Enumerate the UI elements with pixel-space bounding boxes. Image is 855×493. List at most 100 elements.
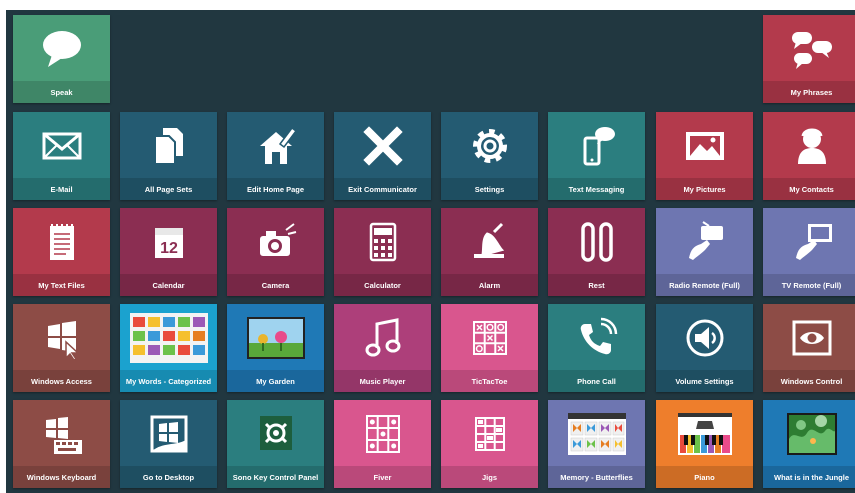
jigs-grid-icon	[441, 404, 538, 464]
calendar-day: 12	[160, 240, 178, 257]
windows-keyboard-tile[interactable]: Windows Keyboard	[13, 400, 110, 488]
piano-thumbnail-icon	[656, 404, 753, 464]
phone-call-label: Phone Call	[548, 370, 645, 392]
gear-icon	[441, 116, 538, 176]
email-label: E-Mail	[13, 178, 110, 200]
sono-key-label: Sono Key Control Panel	[227, 466, 324, 488]
documents-icon	[120, 116, 217, 176]
speak-label: Speak	[13, 81, 110, 103]
calculator-tile[interactable]: Calculator	[334, 208, 431, 296]
radio-remote-label: Radio Remote (Full)	[656, 274, 753, 296]
jungle-label: What is in the Jungle	[763, 466, 855, 488]
windows-control-label: Windows Control	[763, 370, 855, 392]
text-messaging-label: Text Messaging	[548, 178, 645, 200]
fiver-label: Fiver	[334, 466, 431, 488]
tv-remote-icon	[763, 212, 855, 272]
calculator-label: Calculator	[334, 274, 431, 296]
memory-butterflies-tile[interactable]: Memory - Butterflies	[548, 400, 645, 488]
all-page-sets-tile[interactable]: All Page Sets	[120, 112, 217, 200]
fiver-tile[interactable]: Fiver	[334, 400, 431, 488]
windows-keyboard-label: Windows Keyboard	[13, 466, 110, 488]
edit-home-page-label: Edit Home Page	[227, 178, 324, 200]
calendar-tile[interactable]: 12 Calendar	[120, 208, 217, 296]
jigs-tile[interactable]: Jigs	[441, 400, 538, 488]
jungle-thumbnail-icon	[763, 404, 855, 464]
person-silhouette-icon	[763, 116, 855, 176]
camera-icon	[227, 212, 324, 272]
calendar-icon: 12	[120, 212, 217, 272]
alarm-label: Alarm	[441, 274, 538, 296]
email-tile[interactable]: E-Mail	[13, 112, 110, 200]
my-words-tile[interactable]: My Words - Categorized	[120, 304, 217, 392]
phone-ringing-icon	[548, 308, 645, 368]
my-garden-tile[interactable]: My Garden	[227, 304, 324, 392]
my-contacts-label: My Contacts	[763, 178, 855, 200]
word-grid-thumbnail-icon	[120, 308, 217, 368]
windows-access-tile[interactable]: Windows Access	[13, 304, 110, 392]
eye-window-icon	[763, 308, 855, 368]
close-x-icon	[334, 116, 431, 176]
tv-remote-tile[interactable]: TV Remote (Full)	[763, 208, 855, 296]
communicator-home-screen: Speak My Phrases E-Mail All Page Sets Ed…	[6, 10, 855, 493]
speaker-icon	[656, 308, 753, 368]
sono-key-tile[interactable]: Sono Key Control Panel	[227, 400, 324, 488]
my-garden-label: My Garden	[227, 370, 324, 392]
piano-label: Piano	[656, 466, 753, 488]
my-text-files-label: My Text Files	[13, 274, 110, 296]
windows-cursor-icon	[13, 308, 110, 368]
settings-tile[interactable]: Settings	[441, 112, 538, 200]
my-phrases-tile[interactable]: My Phrases	[763, 15, 855, 103]
phone-call-tile[interactable]: Phone Call	[548, 304, 645, 392]
notepad-icon	[13, 212, 110, 272]
music-note-icon	[334, 308, 431, 368]
windows-access-label: Windows Access	[13, 370, 110, 392]
speech-bubble-icon	[13, 19, 110, 79]
alarm-tile[interactable]: Alarm	[441, 208, 538, 296]
calendar-label: Calendar	[120, 274, 217, 296]
all-page-sets-label: All Page Sets	[120, 178, 217, 200]
exit-communicator-label: Exit Communicator	[334, 178, 431, 200]
edit-home-page-tile[interactable]: Edit Home Page	[227, 112, 324, 200]
keyboard-icon	[13, 404, 110, 464]
calculator-icon	[334, 212, 431, 272]
fiver-grid-icon	[334, 404, 431, 464]
picture-frame-icon	[656, 116, 753, 176]
envelope-icon	[13, 116, 110, 176]
text-messaging-tile[interactable]: Text Messaging	[548, 112, 645, 200]
tictactoe-icon	[441, 308, 538, 368]
memory-butterflies-label: Memory - Butterflies	[548, 466, 645, 488]
my-pictures-label: My Pictures	[656, 178, 753, 200]
bell-icon	[441, 212, 538, 272]
conversation-icon	[763, 19, 855, 79]
my-phrases-label: My Phrases	[763, 81, 855, 103]
rest-label: Rest	[548, 274, 645, 296]
my-contacts-tile[interactable]: My Contacts	[763, 112, 855, 200]
piano-tile[interactable]: Piano	[656, 400, 753, 488]
music-player-label: Music Player	[334, 370, 431, 392]
radio-remote-tile[interactable]: Radio Remote (Full)	[656, 208, 753, 296]
rest-tile[interactable]: Rest	[548, 208, 645, 296]
my-pictures-tile[interactable]: My Pictures	[656, 112, 753, 200]
house-pencil-icon	[227, 116, 324, 176]
go-to-desktop-label: Go to Desktop	[120, 466, 217, 488]
phone-message-icon	[548, 116, 645, 176]
exit-communicator-tile[interactable]: Exit Communicator	[334, 112, 431, 200]
volume-settings-label: Volume Settings	[656, 370, 753, 392]
windows-control-tile[interactable]: Windows Control	[763, 304, 855, 392]
my-text-files-tile[interactable]: My Text Files	[13, 208, 110, 296]
volume-settings-tile[interactable]: Volume Settings	[656, 304, 753, 392]
desktop-icon	[120, 404, 217, 464]
sono-key-icon	[227, 404, 324, 464]
tv-remote-label: TV Remote (Full)	[763, 274, 855, 296]
radio-remote-icon	[656, 212, 753, 272]
camera-label: Camera	[227, 274, 324, 296]
jungle-tile[interactable]: What is in the Jungle	[763, 400, 855, 488]
go-to-desktop-tile[interactable]: Go to Desktop	[120, 400, 217, 488]
garden-thumbnail-icon	[227, 308, 324, 368]
pause-icon	[548, 212, 645, 272]
camera-tile[interactable]: Camera	[227, 208, 324, 296]
butterflies-thumbnail-icon	[548, 404, 645, 464]
music-player-tile[interactable]: Music Player	[334, 304, 431, 392]
speak-tile[interactable]: Speak	[13, 15, 110, 103]
tictactoe-tile[interactable]: TicTacToe	[441, 304, 538, 392]
